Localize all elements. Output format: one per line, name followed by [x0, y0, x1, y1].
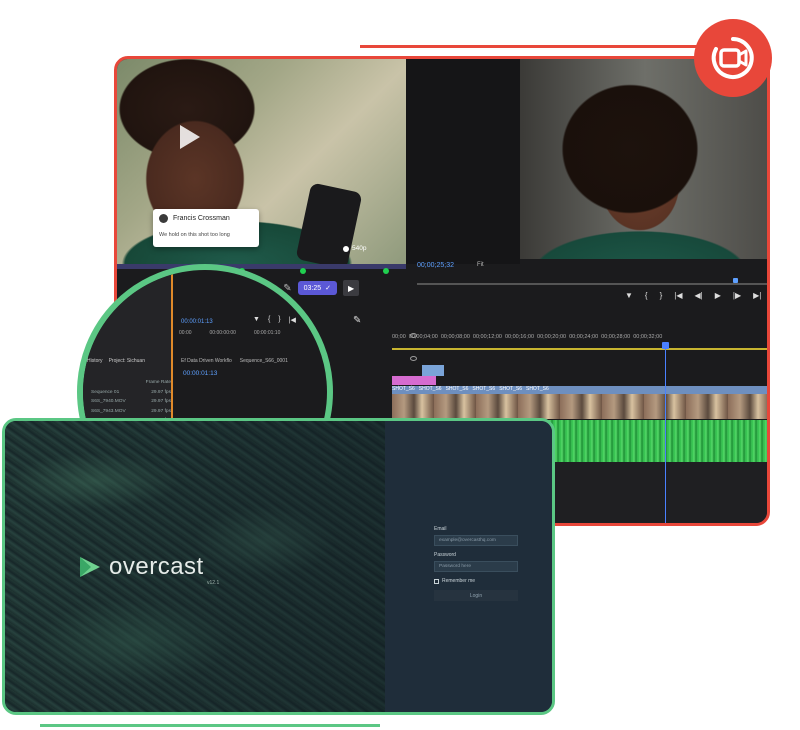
ruler-tick: 00:00:01:10 [253, 330, 281, 336]
clip-label: SHOT_S6 [418, 386, 442, 392]
overcast-logo: overcast [77, 553, 204, 581]
eye-icon[interactable] [409, 356, 417, 361]
panel-tabs: History Project: Sichuan [87, 358, 173, 364]
mark-out-icon[interactable]: } [278, 316, 280, 324]
email-label: Email [434, 526, 447, 532]
timeline-clip[interactable] [422, 365, 444, 376]
mark-in-icon[interactable]: { [645, 291, 648, 300]
tab-sequence[interactable]: Ef Data Driven Workflo [181, 358, 232, 364]
ruler-tick: 00;00;12;00 [472, 334, 502, 340]
source-scrub-bar[interactable] [117, 264, 406, 269]
ruler-tick: 00;00 [392, 334, 406, 340]
decorative-red-line [360, 45, 700, 48]
tab-project[interactable]: Project: Sichuan [109, 358, 145, 364]
ruler-tick: 00;00;32;00 [633, 334, 663, 340]
tab-sequence[interactable]: Sequence_S66_0001 [240, 358, 288, 364]
clip-labels: SHOT_S6 SHOT_S6 SHOT_S6 SHOT_S6 SHOT_S6 … [392, 386, 767, 394]
play-button-icon[interactable]: ▶ [715, 291, 721, 300]
marker-icon[interactable]: ▼ [625, 291, 633, 300]
password-field[interactable]: Password here [434, 561, 518, 572]
item-name: S6S_7943.MOV [91, 408, 126, 414]
transport-controls: ▼ { } |◀ ◀| ▶ |▶ ▶| [625, 291, 761, 300]
review-comment[interactable]: Francis Crossman We hold on this shot to… [153, 209, 259, 247]
clip-label: SHOT_S6 [392, 386, 415, 392]
item-name: S6S_7940.MOV [91, 399, 126, 404]
play-icon[interactable] [180, 125, 200, 149]
resolution-label: 540p [352, 245, 367, 252]
clip-label: SHOT_S6 [499, 386, 522, 392]
comment-marker[interactable] [383, 268, 389, 274]
magnifier-timecode: 00:00:01:13 [181, 319, 213, 325]
send-button[interactable]: ▶ [343, 280, 360, 296]
item-rate: 29.97 fps [151, 408, 171, 414]
ruler-tick: 00:00 [179, 330, 192, 336]
wrench-icon[interactable]: ✎ [353, 315, 361, 326]
clip-label: SHOT_S6 [445, 386, 469, 392]
remember-me[interactable]: Remember me [434, 578, 518, 584]
ruler-tick: 00;00;28;00 [601, 334, 631, 340]
checkbox-icon[interactable] [434, 578, 439, 584]
version-label: v12.1 [207, 580, 220, 586]
ruler-tick: 00;00;20;00 [537, 334, 567, 340]
list-item[interactable]: S6S_7943.MOV 29.97 fps [91, 407, 171, 417]
user-avatar-icon [159, 214, 168, 223]
comment-message: We hold on this shot too long [159, 232, 230, 238]
record-badge [694, 19, 772, 97]
list-header: Frame Rate [91, 378, 171, 388]
resolution-badge[interactable]: 540p [343, 245, 366, 252]
item-name: Sequence 01 [91, 389, 120, 395]
step-forward-icon[interactable]: |▶ [733, 291, 741, 300]
graphics-clip[interactable]: N/Bar_1/4 [392, 376, 436, 390]
list-item[interactable]: S6S_7940.MOV 29.97 fps [91, 397, 171, 407]
zoom-fit-select[interactable]: Fit [477, 262, 484, 268]
ruler-tick: 00;00;08;00 [440, 334, 470, 340]
magnifier-ruler: 00:00 00:00:00:00 00:00:01:10 [179, 330, 280, 336]
step-back-icon[interactable]: ◀| [695, 291, 703, 300]
sequence-tabs: Ef Data Driven Workflo Sequence_S66_0001 [181, 358, 327, 364]
video-track[interactable]: SHOT_S6 SHOT_S6 SHOT_S6 SHOT_S6 SHOT_S6 … [392, 386, 767, 419]
mark-in-icon[interactable]: { [268, 316, 270, 324]
program-timecode: 00;00;25;32 [417, 262, 454, 269]
decorative-green-line [40, 724, 380, 727]
item-rate: 29.97 fps [151, 399, 171, 404]
timeline-ruler[interactable]: 00;00 00;00;04;00 00;00;08;00 00;00;12;0… [392, 334, 767, 348]
program-monitor-gutter [406, 59, 520, 264]
source-monitor-video[interactable]: Francis Crossman We hold on this shot to… [117, 59, 406, 264]
sequence-timecode: 00:00:01:13 [183, 370, 218, 377]
column-header: Frame Rate [145, 380, 171, 385]
ruler-tick: 00:00:00:00 [209, 330, 236, 336]
clip-label: SHOT_S6 [472, 386, 496, 392]
ruler-tick: 00;00;16;00 [504, 334, 535, 340]
work-area-bar[interactable] [392, 348, 767, 350]
remember-label: Remember me [442, 578, 476, 584]
clip-label: SHOT_S6 [525, 386, 549, 392]
overcast-logo-icon [80, 557, 100, 577]
magnifier-transport: ▼ { } |◀ [253, 316, 296, 324]
go-to-out-icon[interactable]: ▶| [753, 291, 761, 300]
resolution-icon [343, 245, 349, 252]
list-item[interactable]: Sequence 01 29.97 fps [91, 388, 171, 398]
clip-thumbnails [392, 394, 767, 419]
login-form: Email example@overcasthq.com Password Pa… [434, 526, 518, 601]
program-playhead[interactable] [733, 278, 738, 283]
marker-icon[interactable]: ▼ [253, 316, 260, 324]
program-scrub-bar[interactable] [417, 283, 767, 285]
tab-history[interactable]: History [87, 358, 103, 364]
timeline-playhead[interactable] [665, 348, 666, 523]
go-to-in-icon[interactable]: |◀ [289, 316, 296, 324]
item-rate: 29.97 fps [151, 389, 171, 395]
ruler-tick: 00;00;04;00 [408, 334, 438, 340]
email-field[interactable]: example@overcasthq.com [434, 535, 518, 546]
login-button[interactable]: Login [434, 590, 518, 601]
ruler-tick: 00;00;24;00 [569, 334, 599, 340]
video-camera-icon [711, 37, 754, 79]
comment-author: Francis Crossman [173, 215, 230, 222]
mark-out-icon[interactable]: } [660, 291, 663, 300]
brand-name: overcast [109, 553, 204, 580]
go-to-in-icon[interactable]: |◀ [674, 291, 682, 300]
password-label: Password [434, 552, 456, 558]
